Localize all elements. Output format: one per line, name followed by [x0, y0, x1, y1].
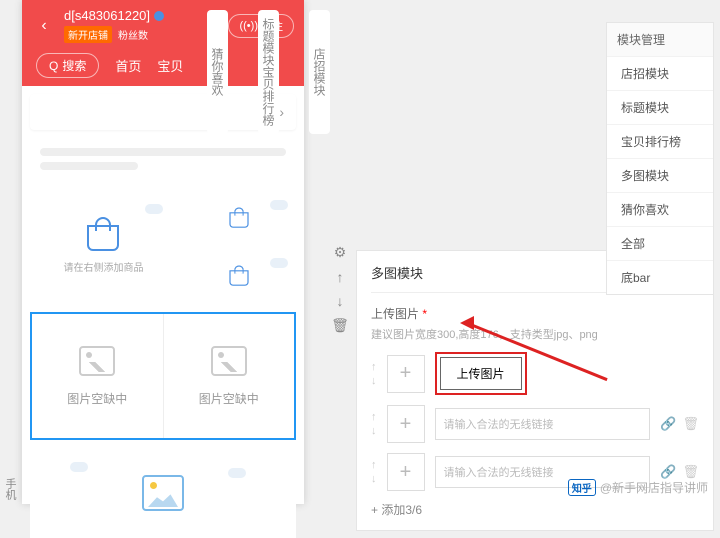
- link-icon[interactable]: 🔗: [660, 416, 676, 432]
- link-icon[interactable]: 🔗: [660, 464, 676, 480]
- trash-icon[interactable]: 🗑: [682, 464, 699, 480]
- nav-home[interactable]: 首页: [115, 56, 141, 75]
- watermark: 知乎 @新手网店指导讲师: [568, 479, 708, 496]
- left-label: 手机: [2, 478, 18, 500]
- nav-items[interactable]: 宝贝: [157, 56, 183, 75]
- move-up-icon[interactable]: ↑: [371, 411, 377, 423]
- image-module[interactable]: [30, 448, 296, 538]
- cloud-icon: [145, 204, 163, 214]
- multi-image-module-selected[interactable]: 图片空缺中 图片空缺中: [30, 312, 296, 440]
- bag-icon: [230, 212, 249, 228]
- verify-icon: [154, 11, 164, 21]
- bag-icon: [230, 270, 249, 286]
- move-up-icon[interactable]: ↑: [371, 361, 377, 373]
- upload-image-button[interactable]: 上传图片: [440, 357, 522, 390]
- add-product-hint: 请在右侧添加商品: [63, 259, 143, 274]
- fans-label: 粉丝数: [118, 27, 148, 42]
- move-down-icon[interactable]: ↓: [371, 375, 377, 387]
- mod-item[interactable]: 全部: [607, 226, 713, 260]
- cloud-icon: [70, 462, 88, 472]
- panel-title: 多图模块: [371, 263, 423, 282]
- upload-hint: 建议图片宽度300,高度176，支持类型jpg、png: [371, 326, 699, 342]
- module-anchor-strip: 店招模块 标题模块宝贝排行榜 猜你喜欢: [310, 0, 330, 134]
- module-toolbar: ⚙ ↑ ↓ 🗑: [332, 244, 348, 334]
- image-placeholder-icon: [79, 346, 115, 376]
- new-shop-badge: 新开店铺: [64, 26, 112, 43]
- cloud-icon: [228, 468, 246, 478]
- add-image-box[interactable]: +: [387, 355, 425, 393]
- upload-label: 上传图片: [371, 307, 419, 321]
- chevron-right-icon: ›: [279, 104, 284, 120]
- anchor-shop-sign[interactable]: 店招模块: [309, 10, 330, 134]
- search-button[interactable]: Q搜索: [36, 53, 99, 78]
- skeleton-block: [30, 138, 296, 186]
- arrow-down-icon[interactable]: ↓: [337, 293, 344, 309]
- anchor-title-rank[interactable]: 标题模块宝贝排行榜: [258, 10, 279, 134]
- mod-item[interactable]: 多图模块: [607, 158, 713, 192]
- link-input[interactable]: 请输入合法的无线链接: [435, 408, 651, 440]
- move-down-icon[interactable]: ↓: [371, 473, 377, 485]
- gear-icon[interactable]: ⚙: [334, 244, 347, 261]
- mod-item[interactable]: 猜你喜欢: [607, 192, 713, 226]
- wifi-icon: ((•)): [239, 20, 258, 32]
- highlight-box: 上传图片: [435, 352, 527, 395]
- add-image-box[interactable]: +: [387, 453, 425, 491]
- mod-item[interactable]: 底bar: [607, 260, 713, 294]
- expand-row[interactable]: ›: [30, 94, 296, 130]
- back-icon[interactable]: ‹: [32, 14, 56, 38]
- module-manager-title: 模块管理: [607, 23, 713, 56]
- module-manager-panel: 模块管理 店招模块 标题模块 宝贝排行榜 多图模块 猜你喜欢 全部 底bar: [606, 22, 714, 295]
- bag-icon: [87, 225, 119, 251]
- zhihu-logo: 知乎: [568, 479, 596, 496]
- mod-item[interactable]: 店招模块: [607, 56, 713, 90]
- product-module[interactable]: 请在右侧添加商品: [30, 194, 296, 304]
- move-up-icon[interactable]: ↑: [371, 459, 377, 471]
- upload-row-1: ↑ ↓ + 上传图片: [371, 352, 699, 395]
- shop-title: d[s483061220]: [64, 8, 150, 23]
- arrow-up-icon[interactable]: ↑: [337, 269, 344, 285]
- mod-item[interactable]: 宝贝排行榜: [607, 124, 713, 158]
- placeholder-text: 图片空缺中: [199, 390, 259, 407]
- mod-item[interactable]: 标题模块: [607, 90, 713, 124]
- image-placeholder-icon: [142, 475, 184, 511]
- search-icon: Q: [49, 59, 58, 73]
- image-placeholder-icon: [211, 346, 247, 376]
- add-image-box[interactable]: +: [387, 405, 425, 443]
- move-down-icon[interactable]: ↓: [371, 425, 377, 437]
- cloud-icon: [270, 258, 288, 268]
- trash-icon[interactable]: 🗑: [682, 416, 699, 432]
- trash-icon[interactable]: 🗑: [331, 317, 349, 334]
- cloud-icon: [270, 200, 288, 210]
- link-row-1: ↑ ↓ + 请输入合法的无线链接 🔗 🗑: [371, 405, 699, 443]
- anchor-guess[interactable]: 猜你喜欢: [207, 10, 228, 134]
- placeholder-text: 图片空缺中: [67, 390, 127, 407]
